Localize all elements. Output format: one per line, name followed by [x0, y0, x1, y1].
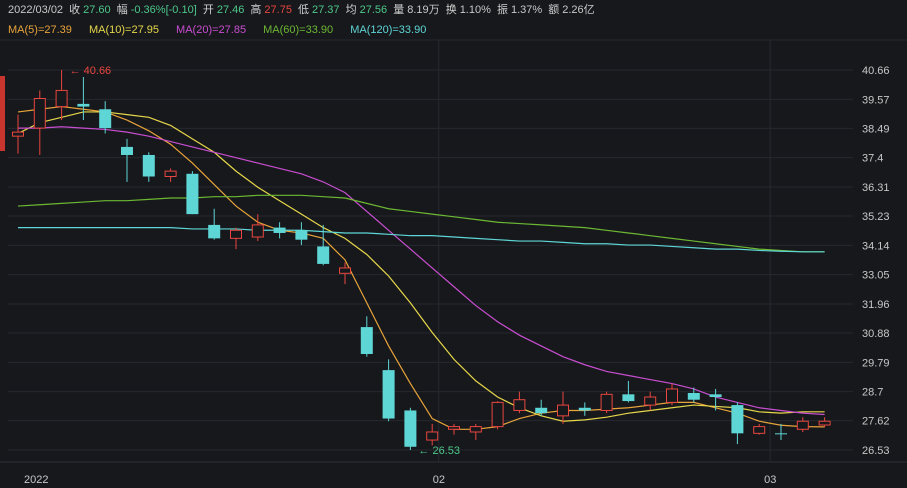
candle-body [666, 388, 678, 403]
ma-line [17, 194, 825, 253]
y-tick-label: 29.79 [862, 357, 890, 369]
candle-body [360, 327, 373, 354]
candle-body [469, 426, 482, 433]
candle-body [404, 410, 417, 447]
candle-body [186, 173, 199, 215]
candle-body [818, 420, 831, 426]
candle-body [578, 407, 591, 411]
x-tick-label: 03 [764, 474, 776, 486]
y-tick-label: 37.4 [862, 153, 883, 165]
candle-body [644, 396, 657, 406]
candle-body [796, 420, 809, 430]
y-tick-label: 30.88 [862, 328, 890, 340]
candlestick-chart[interactable]: 40.66 39.57 38.49 37.4 36.31 35.23 34.14 33.05 3… [0, 0, 907, 488]
candle-body [99, 109, 112, 129]
y-tick-label: 38.49 [862, 123, 890, 135]
y-tick-label: 39.57 [862, 94, 890, 106]
candle-body [251, 224, 264, 238]
ma-line [18, 126, 825, 416]
y-tick-label: 28.7 [862, 387, 883, 399]
left-marker [0, 76, 5, 151]
ma-line [17, 111, 825, 422]
y-tick-label: 40.66 [862, 65, 890, 77]
candle-body [12, 131, 24, 137]
y-tick-label: 34.14 [862, 240, 890, 252]
high-annotation: ← 40.66 [70, 65, 112, 77]
ma-line [18, 226, 825, 253]
candle-body [448, 426, 460, 430]
candle-body [753, 426, 766, 434]
candle-body [687, 392, 700, 400]
x-tick-label: 02 [433, 474, 445, 486]
candle-body [535, 407, 548, 414]
candle-body [121, 146, 133, 155]
candle-body [709, 394, 722, 398]
low-annotation: ← 26.53 [418, 445, 460, 457]
candle-body [317, 246, 330, 264]
candle-body [600, 393, 613, 411]
candle-body [273, 227, 286, 233]
candle-body [295, 230, 308, 240]
candle-body [622, 394, 635, 402]
candle-body [339, 267, 351, 274]
y-tick-label: 27.62 [862, 416, 890, 428]
candle-body [731, 405, 744, 434]
candle-body [33, 98, 46, 129]
y-tick-label: 26.53 [862, 445, 890, 457]
candle-body [230, 229, 242, 239]
candle-body [208, 224, 221, 239]
y-tick-label: 36.31 [862, 182, 890, 194]
candle-body [77, 103, 90, 107]
candle-body [382, 370, 395, 419]
y-tick-label: 31.96 [862, 299, 890, 311]
x-tick-label: 2022 [24, 474, 48, 486]
candle-body [142, 154, 155, 177]
y-tick-label: 35.23 [862, 211, 890, 223]
candle-body [164, 170, 177, 177]
candle-body [426, 431, 439, 441]
candle-body [513, 399, 526, 411]
y-tick-label: 33.05 [862, 270, 890, 282]
candle-body [557, 404, 569, 417]
candle-body [775, 433, 787, 435]
candle-body [55, 89, 68, 108]
candle-body [491, 401, 504, 428]
ma-line [17, 105, 825, 430]
